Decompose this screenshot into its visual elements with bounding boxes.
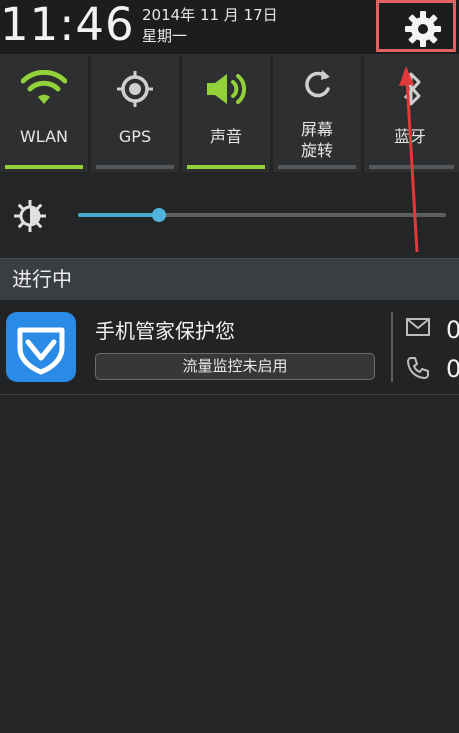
- brightness-slider-fill: [78, 213, 159, 217]
- date-text: 2014年 11 月 17日: [142, 6, 278, 24]
- toggle-rotate[interactable]: 屏幕 旋转: [273, 55, 364, 172]
- toggle-gps[interactable]: GPS: [91, 55, 182, 172]
- brightness-row: [0, 173, 459, 257]
- call-count: 0: [446, 355, 459, 383]
- toggle-rotate-indicator: [278, 165, 356, 169]
- toggle-bluetooth[interactable]: 蓝牙: [364, 55, 459, 172]
- sms-count: 0: [446, 316, 459, 344]
- mail-icon: [406, 318, 430, 336]
- toggle-wlan[interactable]: WLAN: [0, 55, 91, 172]
- toggle-gps-label: GPS: [118, 127, 152, 146]
- brightness-icon: [14, 200, 46, 232]
- toggle-rotate-label: 屏幕 旋转: [273, 119, 361, 161]
- bluetooth-icon: [403, 72, 421, 106]
- phone-icon: [407, 357, 429, 379]
- weekday-text: 星期一: [142, 27, 188, 45]
- toggle-wlan-indicator: [5, 165, 83, 169]
- toggle-sound-label: 声音: [209, 127, 242, 146]
- brightness-slider-thumb[interactable]: [151, 208, 166, 222]
- toggle-rotate-label-line2: 旋转: [300, 141, 333, 160]
- quick-toggles: WLAN GPS 声音 屏幕 旋转 蓝牙: [0, 55, 459, 172]
- notification-item[interactable]: 手机管家保护您 流量监控未启用 0 0: [0, 300, 459, 395]
- toggle-bluetooth-label: 蓝牙: [394, 127, 427, 146]
- rotate-icon: [305, 70, 330, 98]
- toggle-rotate-label-line1: 屏幕: [300, 120, 333, 139]
- app-icon: [6, 312, 76, 382]
- settings-button[interactable]: [376, 0, 456, 52]
- ongoing-section-header: 进行中: [0, 258, 459, 300]
- notification-title: 手机管家保护您: [95, 319, 235, 343]
- clock-time: 11:46: [0, 0, 135, 51]
- traffic-monitor-button[interactable]: 流量监控未启用: [95, 353, 375, 380]
- gps-icon: [117, 71, 153, 107]
- gear-icon: [405, 11, 441, 47]
- ongoing-heading: 进行中: [12, 267, 72, 291]
- wifi-icon: [21, 70, 67, 104]
- shield-check-icon: [17, 327, 65, 375]
- toggle-sound-indicator: [187, 165, 265, 169]
- toggle-bluetooth-indicator: [369, 165, 454, 169]
- toggle-wlan-label: WLAN: [19, 127, 68, 146]
- status-header: 11:46 2014年 11 月 17日 星期一: [0, 0, 459, 55]
- speaker-icon: [207, 74, 246, 104]
- divider: [391, 312, 393, 382]
- toggle-sound[interactable]: 声音: [182, 55, 273, 172]
- brightness-slider[interactable]: [78, 208, 446, 222]
- toggle-gps-indicator: [96, 165, 174, 169]
